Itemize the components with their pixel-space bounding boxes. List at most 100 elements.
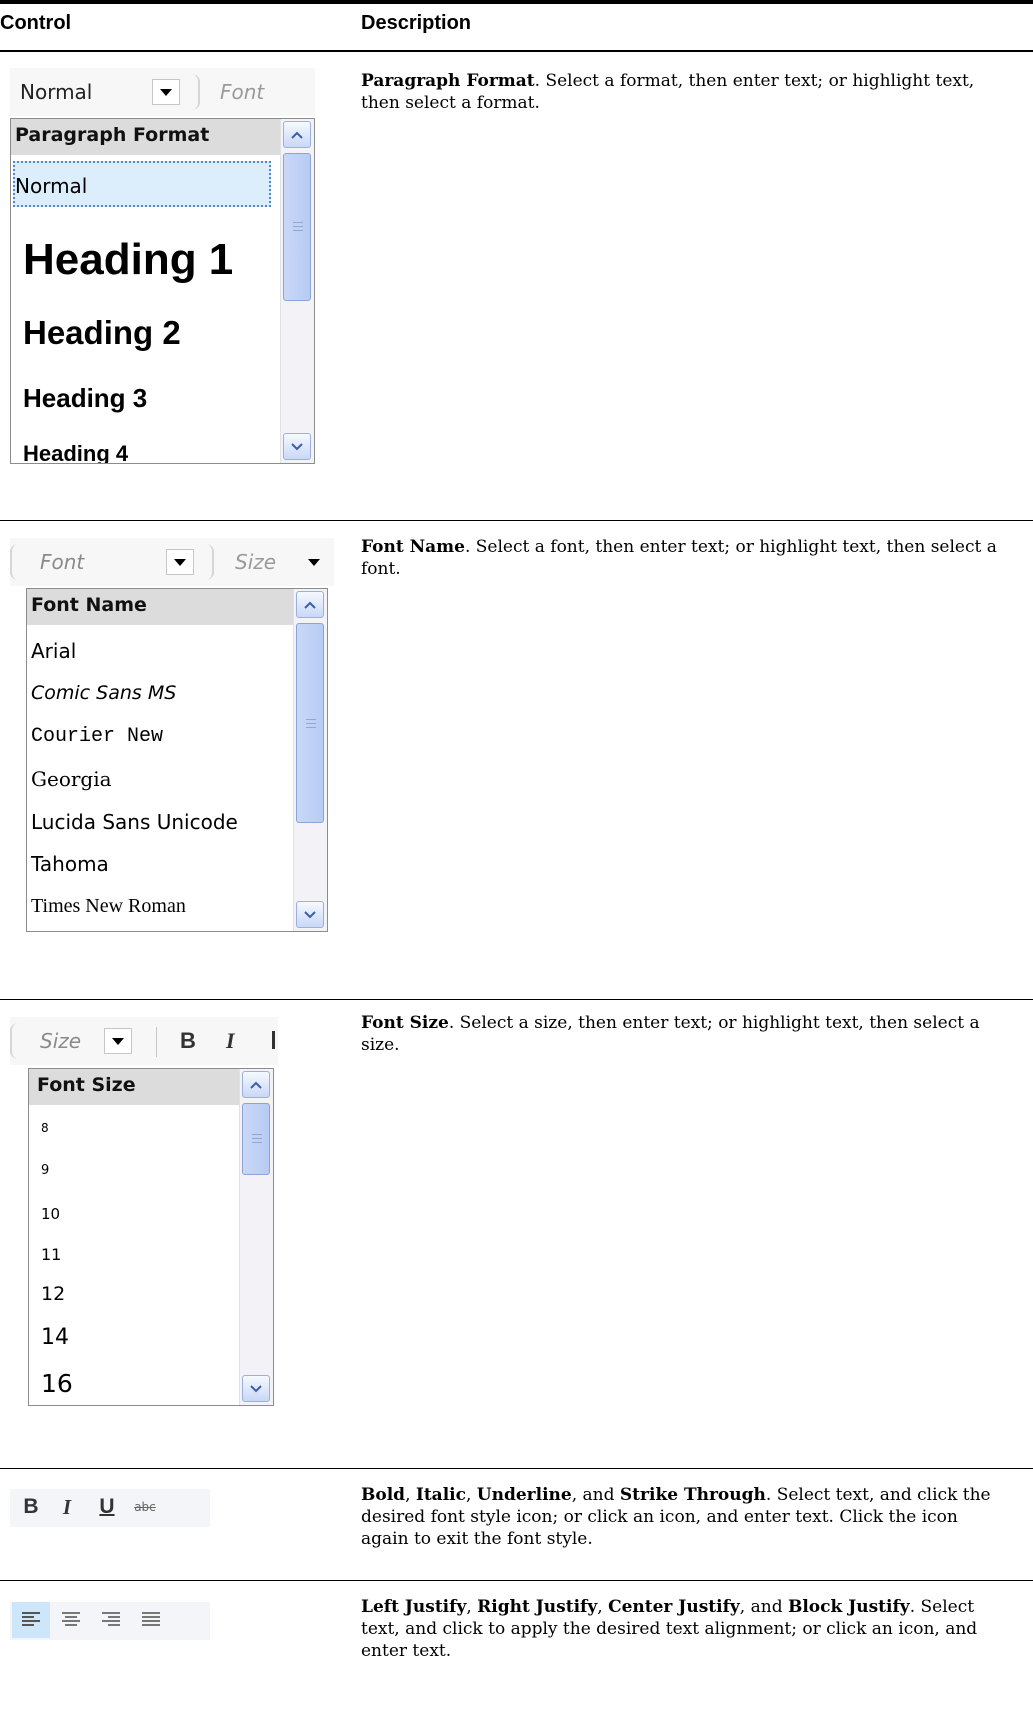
italic-button[interactable]: I <box>50 1489 84 1525</box>
align-justify-icon <box>142 1612 160 1626</box>
list-item-heading-4-clip: Heading 4 <box>11 429 281 463</box>
paragraph-format-description: Paragraph Format. Select a format, then … <box>361 70 1001 114</box>
table-top-rule <box>0 0 1033 4</box>
list-item-comic-sans-ms[interactable]: Comic Sans MS <box>31 682 176 704</box>
list-item-times-new-roman[interactable]: Times New Roman <box>31 895 186 918</box>
list-item-normal-label: Normal <box>15 174 88 198</box>
justify-toolbar <box>10 1602 210 1640</box>
separator-text: , <box>405 1485 416 1505</box>
scroll-down-button[interactable] <box>296 901 324 928</box>
scroll-down-button[interactable] <box>283 433 311 460</box>
font-name-combo[interactable]: Font Size <box>10 538 334 586</box>
font-size-dropdown-button[interactable] <box>104 1028 132 1054</box>
row-separator <box>0 1468 1033 1469</box>
underline-button[interactable]: U <box>90 1489 124 1525</box>
align-center-icon <box>62 1612 80 1626</box>
chevron-down-icon[interactable] <box>308 559 320 566</box>
combo-separator <box>10 1023 18 1059</box>
paragraph-format-list: Paragraph Format Normal Heading 1 Headin… <box>10 118 315 464</box>
chevron-up-icon <box>291 131 303 139</box>
underline-button-partial[interactable] <box>272 1031 275 1049</box>
font-name-list-title: Font Name <box>27 589 295 625</box>
separator-text: , <box>597 1597 609 1617</box>
font-size-description: Font Size. Select a size, then enter tex… <box>361 1012 1001 1056</box>
font-name-scrollbar[interactable] <box>293 589 327 931</box>
font-combo-placeholder[interactable]: Font <box>220 80 264 104</box>
list-item-arial[interactable]: Arial <box>31 639 76 663</box>
font-name-list: Font Name Arial Comic Sans MS Courier Ne… <box>26 588 328 932</box>
list-item-size-10[interactable]: 10 <box>41 1205 60 1223</box>
list-item-size-11[interactable]: 11 <box>41 1245 61 1264</box>
list-item-heading-1[interactable]: Heading 1 <box>23 235 233 285</box>
block-justify-button[interactable] <box>134 1602 168 1638</box>
align-left-icon <box>22 1612 40 1626</box>
chevron-down-icon <box>250 1384 262 1392</box>
chevron-down-icon <box>304 910 316 918</box>
left-justify-button[interactable] <box>12 1602 50 1638</box>
paragraph-format-combo-value: Normal <box>20 80 93 104</box>
list-item-tahoma[interactable]: Tahoma <box>31 852 109 876</box>
combo-separator <box>206 544 214 580</box>
separator-text: , <box>465 1485 477 1505</box>
font-name-combo-value: Font <box>40 550 85 574</box>
paragraph-format-scrollbar[interactable] <box>280 119 314 463</box>
italic-button[interactable]: I <box>226 1028 235 1054</box>
list-item-heading-4[interactable]: Heading 4 <box>23 441 128 463</box>
bold-icon: B <box>23 1495 39 1518</box>
center-justify-button[interactable] <box>54 1602 88 1638</box>
chevron-up-icon <box>250 1081 262 1089</box>
scroll-up-button[interactable] <box>242 1071 270 1098</box>
font-name-description: Font Name. Select a font, then enter tex… <box>361 536 1001 580</box>
bold-button[interactable]: B <box>180 1028 196 1054</box>
bold-button[interactable]: B <box>14 1489 48 1525</box>
chevron-down-icon <box>291 442 303 450</box>
underline-term: Underline <box>476 1485 572 1505</box>
chevron-down-icon <box>174 558 186 566</box>
chevron-down-icon <box>160 88 172 96</box>
list-item-size-16[interactable]: 16 <box>41 1369 73 1398</box>
list-item-heading-3[interactable]: Heading 3 <box>23 383 147 414</box>
font-size-text: . Select a size, then enter text; or hig… <box>361 1013 980 1055</box>
chevron-down-icon <box>112 1037 124 1045</box>
strike-through-icon: abc <box>134 1500 156 1514</box>
font-size-scrollbar[interactable] <box>239 1069 273 1405</box>
left-justify-term: Left Justify <box>361 1597 467 1617</box>
font-size-list: Font Size 8 9 10 11 12 14 16 <box>28 1068 274 1406</box>
right-justify-button[interactable] <box>94 1602 128 1638</box>
list-item-georgia[interactable]: Georgia <box>31 767 112 791</box>
scroll-up-button[interactable] <box>296 591 324 618</box>
list-item-size-12[interactable]: 12 <box>41 1283 65 1305</box>
scroll-thumb[interactable] <box>242 1103 270 1175</box>
font-name-dropdown-button[interactable] <box>166 549 194 575</box>
font-size-combo[interactable]: Size B I <box>10 1017 278 1065</box>
strike-through-term: Strike Through <box>619 1485 766 1505</box>
block-justify-term: Block Justify <box>787 1597 910 1617</box>
list-item-size-9[interactable]: 9 <box>41 1163 49 1178</box>
font-size-list-title: Font Size <box>29 1069 241 1105</box>
scroll-thumb[interactable] <box>296 623 324 823</box>
row-separator <box>0 999 1033 1000</box>
list-item-heading-2[interactable]: Heading 2 <box>23 314 181 352</box>
scroll-down-button[interactable] <box>242 1375 270 1402</box>
italic-icon: I <box>62 1494 72 1519</box>
underline-icon: U <box>99 1495 115 1518</box>
font-name-term: Font Name <box>361 537 465 557</box>
paragraph-format-dropdown-button[interactable] <box>152 79 180 105</box>
list-item-size-14[interactable]: 14 <box>41 1325 69 1350</box>
paragraph-format-combo[interactable]: Normal Font <box>10 68 315 116</box>
list-item-lucida-sans-unicode[interactable]: Lucida Sans Unicode <box>31 810 238 834</box>
strike-through-button[interactable]: abc <box>128 1489 162 1525</box>
font-size-combo-value: Size <box>40 1029 82 1053</box>
row-separator <box>0 1580 1033 1581</box>
description-column-header: Description <box>361 12 472 34</box>
paragraph-format-list-title: Paragraph Format <box>11 119 282 155</box>
list-item-courier-new[interactable]: Courier New <box>31 725 163 748</box>
scroll-thumb[interactable] <box>283 153 311 301</box>
justify-description: Left Justify, Right Justify, Center Just… <box>361 1596 1001 1662</box>
scroll-up-button[interactable] <box>283 121 311 148</box>
list-item-size-8[interactable]: 8 <box>41 1121 49 1135</box>
font-size-term: Font Size <box>361 1013 449 1033</box>
separator-text: , and <box>739 1597 788 1617</box>
size-combo-placeholder[interactable]: Size <box>235 550 276 574</box>
separator-text: , and <box>571 1485 620 1505</box>
